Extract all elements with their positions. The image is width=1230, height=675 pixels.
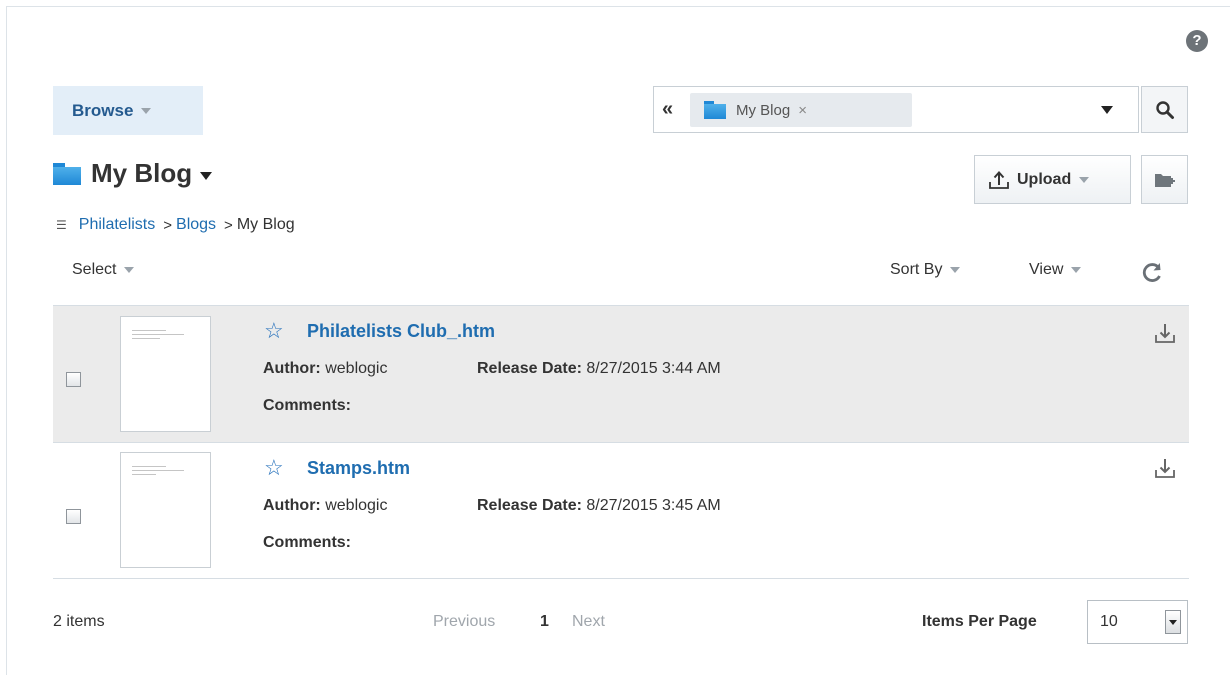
view-label: View: [1029, 261, 1064, 278]
release-date-value: 8/27/2015 3:45 AM: [586, 497, 721, 514]
next-page-link[interactable]: Next: [572, 613, 605, 631]
page-title-row: My Blog: [53, 158, 213, 189]
title-menu-icon[interactable]: [200, 171, 213, 180]
breadcrumb-separator: >: [224, 216, 233, 234]
search-scope-chip: My Blog ×: [690, 93, 912, 127]
refresh-icon[interactable]: [1138, 258, 1166, 286]
author-field: Author: weblogic: [263, 497, 388, 514]
search-options-dropdown[interactable]: [1095, 97, 1119, 123]
list-item[interactable]: ☆ Stamps.htm Author: weblogic Release Da…: [53, 443, 1189, 579]
comments-field: Comments:: [263, 397, 352, 414]
list-item[interactable]: ☆ Philatelists Club_.htm Author: weblogi…: [53, 306, 1189, 442]
star-icon[interactable]: ☆: [264, 319, 284, 343]
chevron-down-icon: [1071, 267, 1082, 273]
search-button[interactable]: [1141, 86, 1188, 133]
select-label: Select: [72, 261, 117, 278]
footer-divider: [53, 578, 1189, 579]
star-icon[interactable]: ☆: [264, 456, 284, 480]
file-name-link[interactable]: Philatelists Club_.htm: [307, 321, 495, 342]
release-date-field: Release Date: 8/27/2015 3:45 AM: [477, 497, 721, 514]
browse-label: Browse: [72, 100, 134, 120]
previous-page-link[interactable]: Previous: [433, 613, 495, 631]
items-per-page-label: Items Per Page: [922, 613, 1037, 630]
search-icon: [1155, 100, 1174, 119]
author-field: Author: weblogic: [263, 360, 388, 377]
author-value: weblogic: [325, 497, 388, 514]
file-name-link[interactable]: Stamps.htm: [307, 458, 410, 479]
author-value: weblogic: [325, 360, 388, 377]
breadcrumb-separator: >: [163, 216, 173, 234]
view-menu[interactable]: View: [1029, 261, 1082, 279]
frame-top-border: [6, 6, 1230, 7]
sort-by-label: Sort By: [890, 261, 943, 278]
page-title: My Blog: [91, 158, 193, 188]
item-count: 2 items: [53, 613, 105, 630]
folder-icon: [53, 162, 81, 185]
chevron-down-icon: [1079, 176, 1090, 183]
download-icon[interactable]: [1154, 457, 1176, 479]
upload-label: Upload: [1017, 170, 1072, 188]
search-field[interactable]: « My Blog ×: [653, 86, 1139, 133]
items-per-page-value: 10: [1100, 613, 1118, 630]
chevron-down-icon: [141, 107, 152, 114]
folder-icon: [704, 101, 726, 119]
breadcrumb-item-philatelists[interactable]: Philatelists: [79, 216, 155, 234]
row-checkbox[interactable]: [66, 509, 81, 524]
chevron-down-icon: [950, 267, 961, 273]
breadcrumb: ☰ Philatelists > Blogs > My Blog: [56, 216, 295, 234]
download-icon[interactable]: [1154, 322, 1176, 344]
upload-button[interactable]: Upload: [974, 155, 1131, 204]
document-thumbnail[interactable]: [120, 452, 211, 568]
document-thumbnail[interactable]: [120, 316, 211, 432]
breadcrumb-item-blogs[interactable]: Blogs: [176, 216, 216, 234]
current-page-number[interactable]: 1: [540, 613, 549, 631]
search-scope-label: My Blog: [736, 101, 791, 119]
items-per-page-select[interactable]: 10: [1087, 600, 1188, 644]
sort-by-menu[interactable]: Sort By: [890, 261, 961, 279]
new-folder-icon: [1154, 173, 1175, 187]
release-date-field: Release Date: 8/27/2015 3:44 AM: [477, 360, 721, 377]
breadcrumb-menu-icon[interactable]: ☰: [56, 218, 67, 232]
remove-scope-icon[interactable]: ×: [798, 102, 807, 119]
new-folder-button[interactable]: [1141, 155, 1188, 204]
browse-menu-button[interactable]: Browse: [53, 86, 203, 135]
release-date-value: 8/27/2015 3:44 AM: [586, 360, 721, 377]
comments-field: Comments:: [263, 534, 352, 551]
breadcrumb-current: My Blog: [236, 216, 295, 233]
row-checkbox[interactable]: [66, 372, 81, 387]
help-icon[interactable]: ?: [1186, 30, 1208, 52]
select-menu[interactable]: Select: [72, 261, 135, 279]
collapse-left-icon[interactable]: «: [662, 97, 673, 121]
frame-left-border: [6, 6, 7, 675]
chevron-down-icon[interactable]: [1165, 610, 1181, 634]
chevron-down-icon: [124, 267, 135, 273]
upload-icon: [989, 170, 1009, 189]
